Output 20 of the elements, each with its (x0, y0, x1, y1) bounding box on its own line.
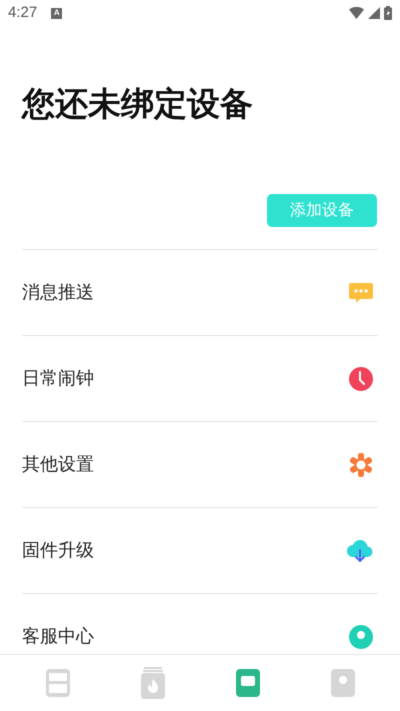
menu-label: 固件升级 (22, 539, 94, 562)
fire-tab-icon[interactable] (140, 667, 166, 699)
menu-label: 客服中心 (22, 625, 94, 648)
notification-icon: A (51, 8, 62, 18)
menu-item[interactable]: 消息推送 (22, 250, 378, 336)
cloud-download-icon (346, 538, 374, 564)
menu-label: 其他设置 (22, 453, 94, 476)
signal-icon (368, 7, 380, 19)
wifi-icon (349, 7, 364, 19)
menu-item[interactable]: 日常闹钟 (22, 336, 378, 422)
gear-icon (348, 452, 374, 478)
battery-icon (384, 6, 392, 20)
menu-label: 日常闹钟 (22, 367, 94, 390)
menu-item[interactable]: 固件升级 (22, 508, 378, 594)
page-title: 您还未绑定设备 (22, 84, 254, 124)
menu-label: 消息推送 (22, 281, 94, 304)
clock-icon (348, 366, 374, 392)
device-tab-icon[interactable] (44, 668, 70, 698)
status-time: 4:27 (8, 2, 38, 23)
menu-item[interactable]: 其他设置 (22, 422, 378, 508)
